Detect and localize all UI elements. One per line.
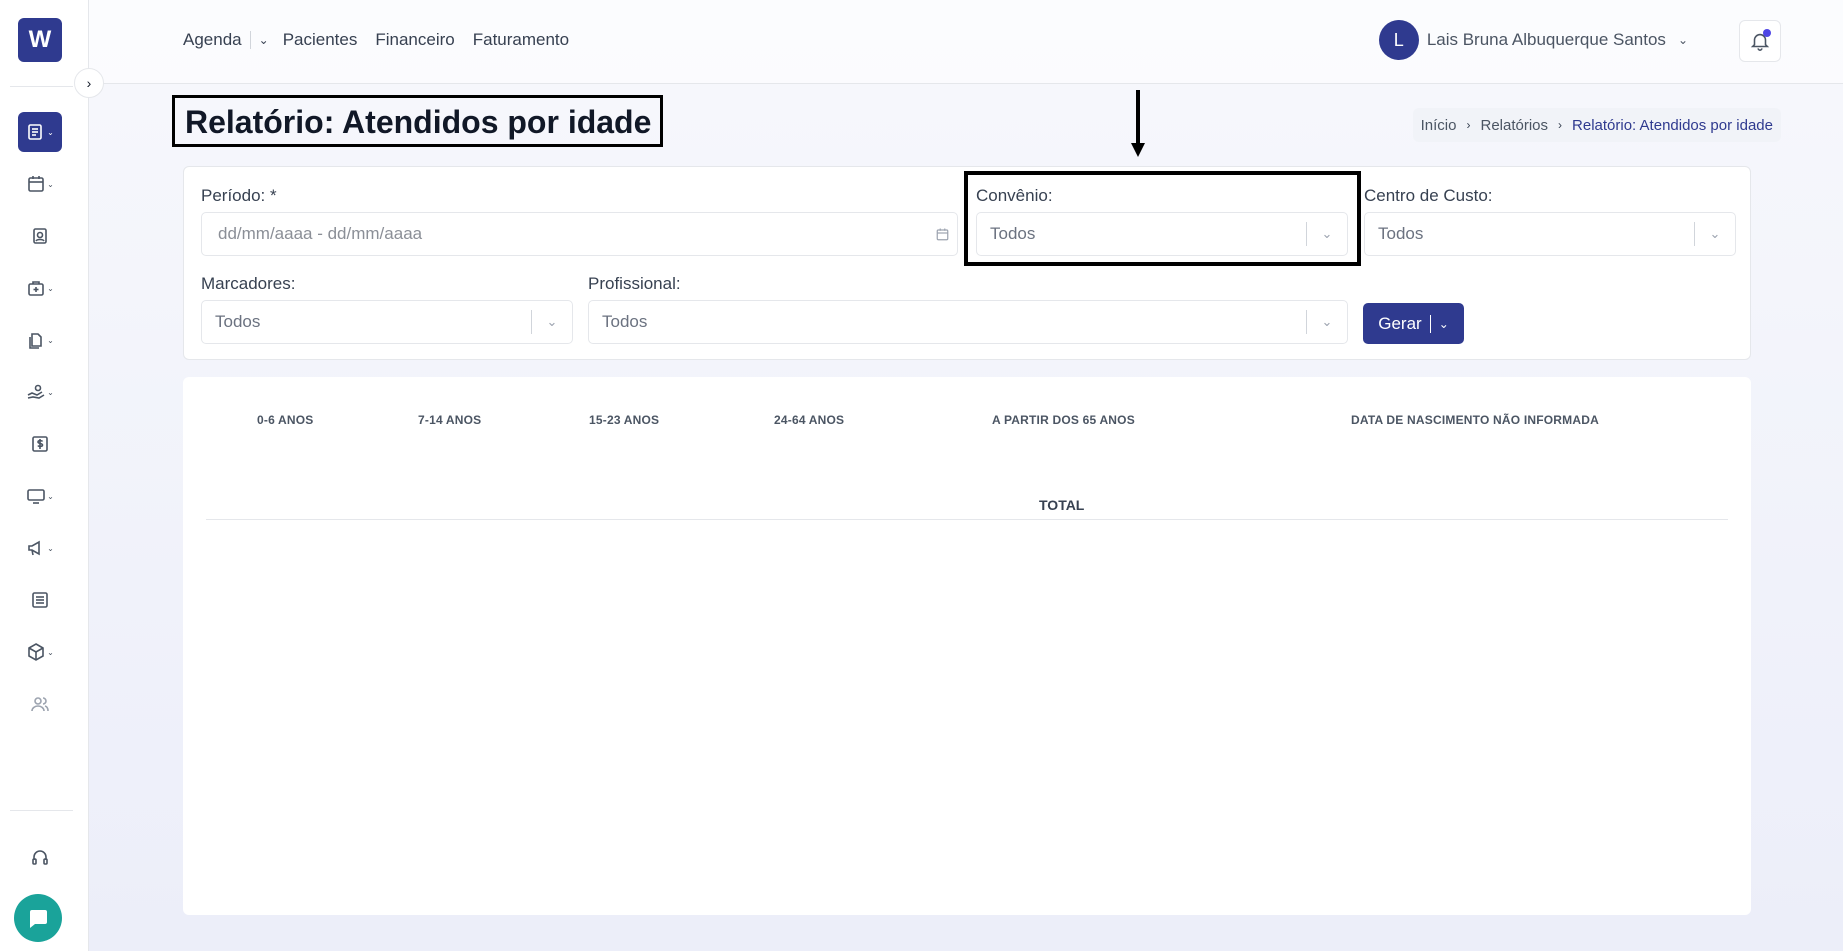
chevron-down-icon: ⌄	[546, 314, 558, 329]
chevron-down-icon: ⌄	[47, 335, 54, 345]
nav-faturamento[interactable]: Faturamento	[473, 30, 569, 50]
periodo-placeholder: dd/mm/aaaa - dd/mm/aaaa	[218, 224, 423, 243]
centro-custo-select[interactable]: Todos ⌄	[1364, 212, 1736, 256]
sidebar-divider	[10, 810, 73, 811]
annotation-highlight-box	[964, 171, 1361, 266]
button-divider	[1429, 314, 1431, 333]
chevron-down-icon: ⌄	[1677, 33, 1688, 47]
annotation-arrow-head	[1131, 143, 1145, 157]
column-header: A PARTIR DOS 65 ANOS	[992, 413, 1135, 427]
marcadores-select[interactable]: Todos ⌄	[201, 300, 573, 344]
column-header: DATA DE NASCIMENTO NÃO INFORMADA	[1351, 413, 1599, 427]
chat-icon	[30, 910, 47, 928]
monitor-icon	[27, 489, 45, 504]
column-header: 24-64 ANOS	[774, 413, 845, 427]
chevron-down-icon: ⌄	[47, 387, 54, 397]
report-table: 0-6 ANOS 7-14 ANOS 15-23 ANOS 24-64 ANOS…	[183, 377, 1751, 915]
page-title: Relatório: Atendidos por idade	[172, 95, 664, 147]
sidebar: W ⌄ ⌄ ⌄ ⌄ ⌄ ⌄ ⌄ ⌄	[0, 0, 89, 951]
newspaper-icon	[32, 592, 48, 608]
megaphone-icon	[28, 540, 40, 556]
breadcrumb-reports[interactable]: Relatórios	[1480, 117, 1548, 134]
sidebar-toggle-button[interactable]: ›	[74, 68, 104, 98]
column-header: 15-23 ANOS	[589, 413, 660, 427]
nav-divider	[249, 31, 251, 49]
hand-care-icon	[27, 384, 45, 399]
chevron-right-icon: ›	[1466, 118, 1471, 132]
sidebar-item-news[interactable]	[18, 580, 62, 620]
profissional-select[interactable]: Todos ⌄	[588, 300, 1348, 344]
user-name: Lais Bruna Albuquerque Santos	[1426, 30, 1666, 49]
sidebar-item-clinic[interactable]: ⌄	[18, 268, 62, 308]
sidebar-item-patients[interactable]	[18, 216, 62, 256]
sidebar-item-finance[interactable]	[18, 424, 62, 464]
sidebar-item-reports[interactable]: ⌄	[18, 112, 62, 152]
marcadores-label: Marcadores:	[201, 274, 296, 293]
chevron-down-icon: ⌄	[47, 283, 54, 293]
nav-financeiro[interactable]: Financeiro	[375, 30, 454, 50]
chevron-down-icon: ⌄	[47, 543, 54, 553]
breadcrumb-home[interactable]: Início	[1421, 117, 1457, 134]
sidebar-item-users[interactable]	[18, 684, 62, 724]
chevron-down-icon: ⌄	[47, 127, 54, 137]
sidebar-item-care[interactable]: ⌄	[18, 372, 62, 412]
chevron-down-icon: ⌄	[47, 179, 54, 189]
sidebar-item-screen[interactable]: ⌄	[18, 476, 62, 516]
gerar-button[interactable]: Gerar ⌄	[1363, 303, 1464, 344]
chevron-down-icon: ⌄	[47, 647, 54, 657]
centro-custo-label: Centro de Custo:	[1364, 186, 1493, 205]
breadcrumb: Início › Relatórios › Relatório: Atendid…	[1412, 108, 1781, 142]
calendar-icon	[28, 176, 44, 192]
profissional-value: Todos	[602, 312, 648, 331]
sidebar-item-marketing[interactable]: ⌄	[18, 528, 62, 568]
calendar-icon	[927, 227, 957, 242]
table-divider	[206, 519, 1728, 520]
chevron-down-icon[interactable]: ⌄	[259, 33, 269, 47]
headset-icon	[32, 850, 48, 865]
users-icon	[31, 697, 49, 712]
sidebar-item-calendar[interactable]: ⌄	[18, 164, 62, 204]
user-menu[interactable]: L Lais Bruna Albuquerque Santos ⌄	[1378, 20, 1688, 60]
breadcrumb-current: Relatório: Atendidos por idade	[1572, 116, 1773, 134]
documents-icon	[29, 333, 42, 349]
periodo-input[interactable]: dd/mm/aaaa - dd/mm/aaaa	[201, 212, 958, 256]
profissional-label: Profissional:	[588, 274, 681, 293]
chevron-down-icon: ⌄	[1709, 226, 1721, 241]
avatar: L	[1378, 20, 1419, 60]
column-header: 0-6 ANOS	[257, 413, 314, 427]
notifications-button[interactable]	[1739, 20, 1781, 62]
marcadores-value: Todos	[215, 312, 261, 331]
column-header: 7-14 ANOS	[418, 413, 482, 427]
gerar-label: Gerar	[1378, 313, 1422, 333]
top-nav: Agenda ⌄ Pacientes Financeiro Faturament…	[183, 30, 587, 50]
centro-custo-value: Todos	[1378, 224, 1424, 243]
sidebar-divider	[10, 86, 73, 87]
nav-agenda[interactable]: Agenda	[183, 30, 242, 50]
box-icon	[28, 643, 44, 661]
dollar-icon	[32, 436, 48, 452]
app-logo[interactable]: W	[18, 18, 62, 62]
sidebar-item-inventory[interactable]: ⌄	[18, 632, 62, 672]
notification-badge	[1763, 29, 1771, 37]
chevron-right-icon: ›	[86, 75, 92, 91]
annotation-arrow	[1136, 90, 1140, 144]
nav-pacientes[interactable]: Pacientes	[283, 30, 358, 50]
report-icon	[28, 124, 42, 140]
medical-bag-icon	[28, 281, 44, 296]
chat-button[interactable]	[14, 894, 62, 942]
chevron-down-icon: ⌄	[47, 491, 54, 501]
sidebar-item-support[interactable]	[18, 838, 62, 878]
top-bar: Agenda ⌄ Pacientes Financeiro Faturament…	[89, 0, 1843, 84]
sidebar-item-documents[interactable]: ⌄	[18, 320, 62, 360]
total-label: TOTAL	[1039, 497, 1085, 513]
chevron-down-icon[interactable]: ⌄	[1439, 317, 1449, 331]
patient-card-icon	[33, 228, 47, 244]
chevron-right-icon: ›	[1558, 118, 1563, 132]
periodo-label: Período: *	[201, 186, 277, 205]
chevron-down-icon: ⌄	[1321, 314, 1333, 329]
